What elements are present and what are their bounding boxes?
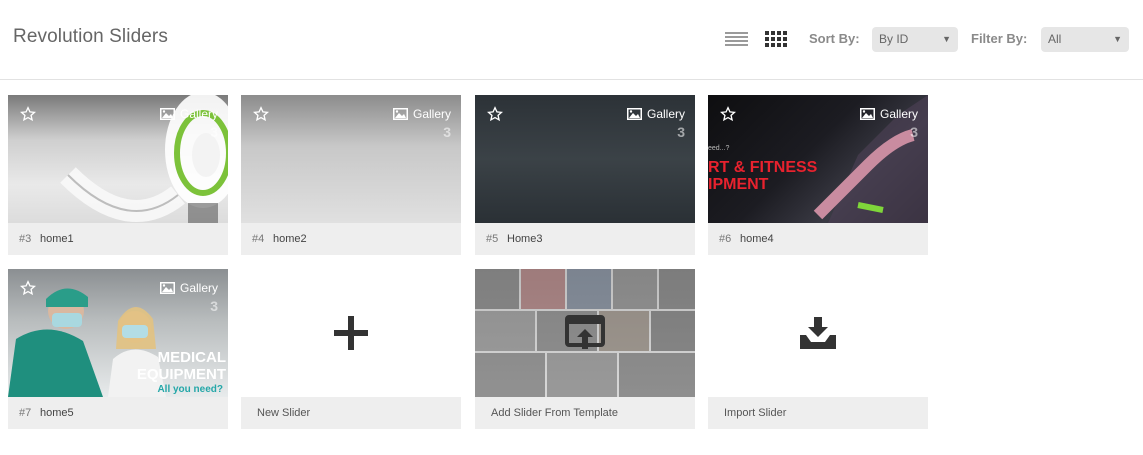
sort-select-value: By ID: [879, 32, 909, 46]
list-view-icon[interactable]: [725, 32, 748, 48]
star-icon[interactable]: [20, 106, 36, 122]
new-slider-label: New Slider: [257, 407, 311, 419]
slide-count: 3: [210, 124, 218, 140]
slider-id: #5: [486, 233, 499, 245]
thumbnail-text: EQUIPMENT: [137, 366, 226, 383]
slider-footer: #3 home1: [8, 223, 228, 255]
slider-thumbnail: eed...? RT & FITNESS IPMENT Gallery 3: [708, 95, 928, 223]
import-slider-button[interactable]: Import Slider: [708, 269, 928, 429]
slider-name[interactable]: home5: [40, 397, 74, 429]
slider-name[interactable]: home1: [40, 223, 74, 255]
add-from-template-button[interactable]: Add Slider From Template: [475, 269, 695, 429]
star-icon[interactable]: [20, 280, 36, 296]
slider-name[interactable]: home2: [273, 223, 307, 255]
slider-type: Gallery: [159, 107, 218, 121]
slider-id: #7: [19, 407, 32, 419]
import-slider-footer: Import Slider: [708, 397, 928, 429]
thumbnail-text: MEDICAL: [158, 349, 226, 366]
image-icon: [859, 108, 875, 120]
new-slider-area: [241, 269, 461, 397]
slider-footer: #6 home4: [708, 223, 928, 255]
add-from-template-label: Add Slider From Template: [491, 407, 618, 419]
filter-label: Filter By:: [971, 31, 1028, 46]
image-icon: [159, 108, 175, 120]
slider-footer: #5 Home3: [475, 223, 695, 255]
slider-type-label: Gallery: [179, 107, 218, 121]
slider-id: #3: [19, 233, 32, 245]
image-icon: [626, 108, 642, 120]
slider-footer: #4 home2: [241, 223, 461, 255]
slider-id: #6: [719, 233, 732, 245]
import-slider-area: [708, 269, 928, 397]
slide-count: 3: [443, 124, 451, 140]
slider-type: Gallery: [859, 107, 918, 121]
slider-card[interactable]: Gallery 3 #5 Home3: [475, 95, 695, 255]
image-icon: [159, 282, 175, 294]
new-slider-footer: New Slider: [241, 397, 461, 429]
chevron-down-icon: ▼: [1113, 34, 1122, 44]
sort-label: Sort By:: [809, 31, 860, 46]
slide-count: 3: [210, 298, 218, 314]
slide-count: 3: [910, 124, 918, 140]
star-icon[interactable]: [487, 106, 503, 122]
slider-card[interactable]: eed...? RT & FITNESS IPMENT Gallery 3 #6…: [708, 95, 928, 255]
download-tray-icon: [800, 317, 836, 349]
slider-type-label: Gallery: [412, 107, 451, 121]
template-upload-icon: [565, 315, 605, 349]
thumbnail-text: eed...?: [708, 145, 730, 152]
slider-type-label: Gallery: [646, 107, 685, 121]
star-icon[interactable]: [253, 106, 269, 122]
filter-select-value: All: [1048, 32, 1062, 46]
slider-type: Gallery: [159, 281, 218, 295]
slider-footer: #7 home5: [8, 397, 228, 429]
thumbnail-text: All you need?: [157, 384, 223, 395]
slider-card[interactable]: Gallery 3 #4 home2: [241, 95, 461, 255]
slider-type: Gallery: [392, 107, 451, 121]
slide-count: 3: [677, 124, 685, 140]
slider-card[interactable]: MEDICAL EQUIPMENT All you need? Gallery …: [8, 269, 228, 429]
slider-type: Gallery: [626, 107, 685, 121]
sort-select[interactable]: By ID ▼: [872, 27, 958, 52]
chevron-down-icon: ▼: [942, 34, 951, 44]
slider-card[interactable]: Gallery 3 #3 home1: [8, 95, 228, 255]
image-icon: [392, 108, 408, 120]
slider-name[interactable]: Home3: [507, 223, 542, 255]
slider-thumbnail: MEDICAL EQUIPMENT All you need? Gallery …: [8, 269, 228, 397]
star-icon[interactable]: [720, 106, 736, 122]
template-footer: Add Slider From Template: [475, 397, 695, 429]
slider-name[interactable]: home4: [740, 223, 774, 255]
top-bar: Revolution Sliders Sort By: By ID ▼ Filt…: [0, 0, 1143, 80]
thumbnail-text: IPMENT: [708, 176, 769, 193]
grid-view-icon[interactable]: [765, 31, 787, 48]
plus-icon: [334, 316, 368, 350]
slider-thumbnail: Gallery 3: [475, 95, 695, 223]
page-title: Revolution Sliders: [13, 26, 168, 47]
slider-thumbnail: Gallery 3: [241, 95, 461, 223]
new-slider-button[interactable]: New Slider: [241, 269, 461, 429]
filter-select[interactable]: All ▼: [1041, 27, 1129, 52]
slider-id: #4: [252, 233, 265, 245]
slider-type-label: Gallery: [879, 107, 918, 121]
template-preview: [475, 269, 695, 397]
import-slider-label: Import Slider: [724, 407, 787, 419]
thumbnail-text: RT & FITNESS: [708, 159, 818, 176]
slider-type-label: Gallery: [179, 281, 218, 295]
slider-thumbnail: Gallery 3: [8, 95, 228, 223]
